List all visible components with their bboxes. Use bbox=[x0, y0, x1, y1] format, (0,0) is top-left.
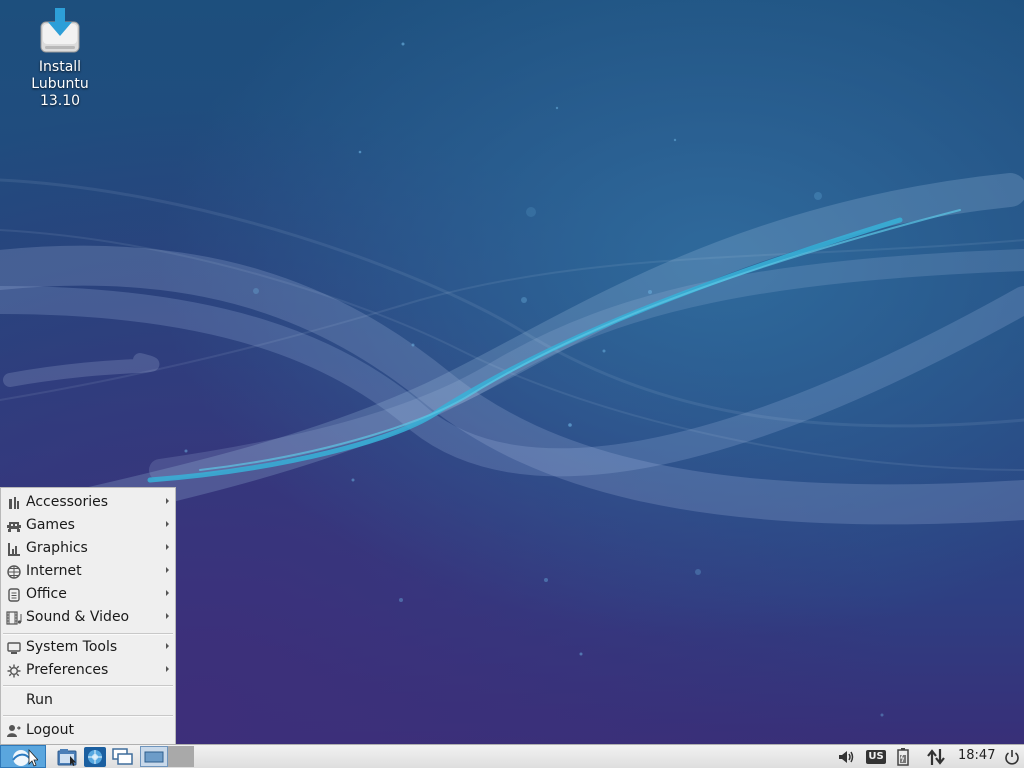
submenu-arrow-icon bbox=[166, 590, 169, 596]
menu-item-label: Internet bbox=[26, 563, 82, 579]
submenu-arrow-icon bbox=[166, 643, 169, 649]
menu-separator bbox=[3, 715, 173, 717]
menu-item-internet[interactable]: Internet bbox=[1, 560, 175, 583]
keyboard-layout-indicator[interactable]: US bbox=[864, 746, 888, 767]
web-browser-launcher[interactable] bbox=[83, 746, 107, 767]
graphics-icon bbox=[6, 541, 22, 557]
menu-item-graphics[interactable]: Graphics bbox=[1, 537, 175, 560]
keyboard-layout-icon: US bbox=[866, 749, 886, 764]
submenu-arrow-icon bbox=[166, 613, 169, 619]
internet-globe-icon bbox=[6, 564, 22, 580]
network-transfer-icon bbox=[927, 748, 945, 765]
menu-separator bbox=[3, 685, 173, 687]
menu-button[interactable] bbox=[0, 745, 46, 768]
submenu-arrow-icon bbox=[166, 521, 169, 527]
menu-item-label: Sound & Video bbox=[26, 609, 130, 625]
menu-item-accessories[interactable]: Accessories bbox=[1, 491, 175, 514]
menu-item-label: Accessories bbox=[26, 494, 109, 510]
menu-item-label: Preferences bbox=[26, 662, 109, 678]
menu-separator bbox=[3, 633, 173, 635]
submenu-arrow-icon bbox=[166, 544, 169, 550]
file-manager-icon bbox=[57, 748, 77, 766]
logout-user-icon bbox=[6, 723, 22, 739]
menu-item-preferences[interactable]: Preferences bbox=[1, 659, 175, 682]
power-button[interactable] bbox=[1002, 746, 1022, 767]
file-manager-launcher[interactable] bbox=[56, 746, 80, 767]
menu-item-label: Games bbox=[26, 517, 75, 533]
office-document-icon bbox=[6, 587, 22, 603]
preferences-gear-icon bbox=[6, 663, 22, 679]
accessories-icon bbox=[6, 495, 22, 511]
menu-logo-icon bbox=[12, 748, 38, 767]
system-tools-monitor-icon bbox=[6, 640, 22, 656]
menu-item-label: Graphics bbox=[26, 540, 88, 556]
menu-item-label: Logout bbox=[26, 722, 74, 738]
battery-indicator[interactable] bbox=[894, 746, 912, 767]
battery-icon bbox=[897, 747, 909, 766]
menu-item-logout[interactable]: Logout bbox=[1, 719, 175, 742]
menu-item-label: Run bbox=[26, 692, 53, 708]
workspace-2[interactable] bbox=[168, 746, 194, 767]
workspace-1[interactable] bbox=[140, 746, 168, 767]
menu-item-system-tools[interactable]: System Tools bbox=[1, 636, 175, 659]
taskbar: US 18:47 bbox=[0, 744, 1024, 768]
menu-item-label: Office bbox=[26, 586, 67, 602]
menu-item-office[interactable]: Office bbox=[1, 583, 175, 606]
volume-control[interactable] bbox=[836, 746, 858, 767]
clock[interactable]: 18:47 bbox=[958, 748, 995, 763]
games-icon bbox=[6, 518, 22, 534]
network-indicator[interactable] bbox=[924, 746, 948, 767]
web-browser-icon bbox=[84, 746, 106, 767]
menu-item-label: System Tools bbox=[26, 639, 118, 655]
menu-item-games[interactable]: Games bbox=[1, 514, 175, 537]
workspace-1-icon bbox=[144, 751, 164, 762]
desktop-icon-label: Install Lubuntu 13.10 bbox=[31, 59, 89, 109]
start-menu: Accessories Games Graphics Internet Offi… bbox=[0, 487, 176, 744]
menu-item-sound-video[interactable]: Sound & Video bbox=[1, 606, 175, 629]
show-desktop-button[interactable] bbox=[110, 746, 136, 767]
desktop-icon-install-lubuntu[interactable]: Install Lubuntu 13.10 bbox=[10, 8, 110, 110]
menu-item-run[interactable]: Run bbox=[1, 689, 175, 712]
submenu-arrow-icon bbox=[166, 498, 169, 504]
show-desktop-icon bbox=[112, 747, 133, 765]
submenu-arrow-icon bbox=[166, 666, 169, 672]
submenu-arrow-icon bbox=[166, 567, 169, 573]
power-icon bbox=[1005, 749, 1019, 765]
sound-video-icon bbox=[6, 610, 22, 626]
volume-icon bbox=[839, 750, 854, 763]
installer-download-icon bbox=[40, 8, 80, 53]
